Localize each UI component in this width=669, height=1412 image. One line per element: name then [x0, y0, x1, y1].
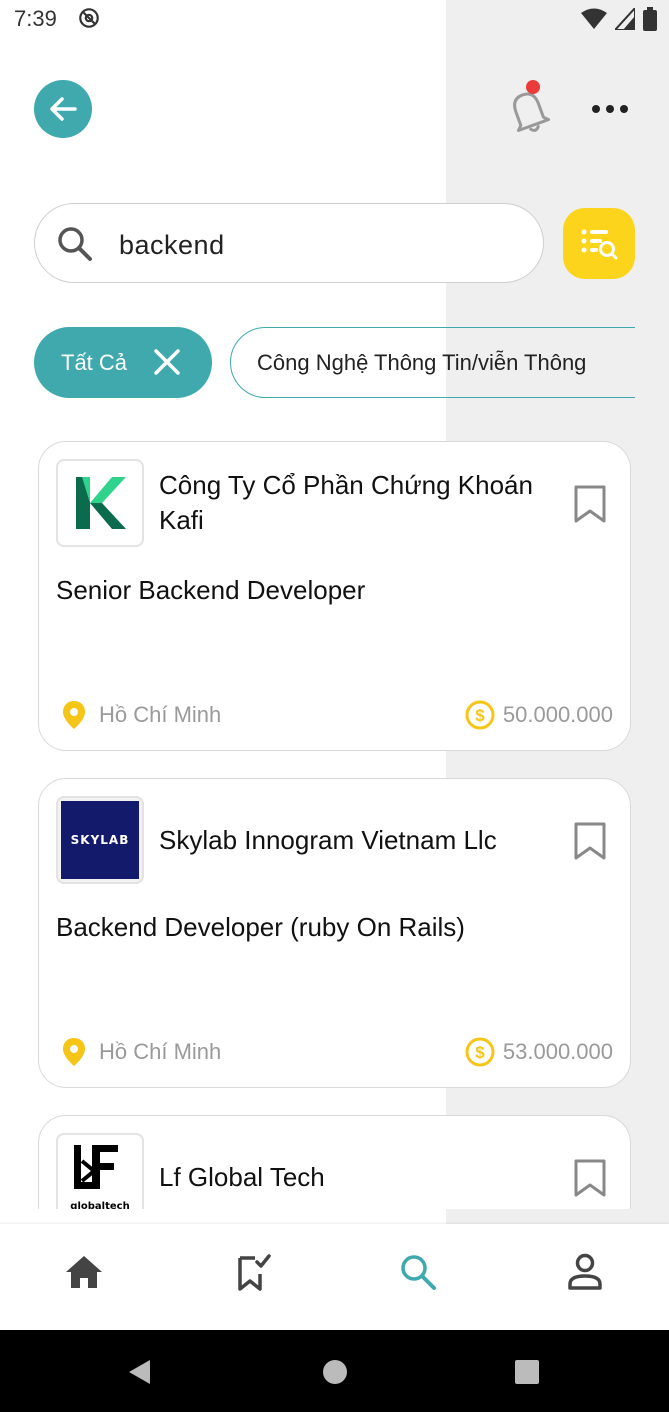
job-title: Senior Backend Developer	[56, 575, 366, 605]
chip-category[interactable]: Công Nghệ Thông Tin/viễn Thông	[230, 327, 635, 398]
skylab-logo: SKYLAB	[61, 801, 139, 879]
dollar-coin-icon: $	[465, 1037, 495, 1067]
status-bar: 7:39	[0, 0, 669, 42]
profile-icon	[568, 1253, 602, 1290]
system-navigation-bar	[0, 1330, 669, 1412]
job-card[interactable]: SKYLAB Skylab Innogram Vietnam Llc Backe…	[38, 778, 631, 1088]
wifi-icon	[581, 8, 607, 29]
saved-jobs-icon	[238, 1254, 271, 1291]
nav-search[interactable]	[396, 1250, 440, 1294]
nav-saved-jobs[interactable]	[229, 1250, 273, 1294]
bookmark-icon[interactable]	[573, 821, 607, 861]
home-icon	[66, 1256, 102, 1288]
location-pin-icon	[63, 701, 85, 729]
search-input[interactable]	[117, 224, 521, 266]
notification-button[interactable]	[504, 80, 552, 136]
nav-home[interactable]	[62, 1250, 106, 1294]
bottom-navigation	[0, 1224, 669, 1330]
company-logo	[56, 459, 144, 547]
close-icon[interactable]	[154, 349, 180, 375]
dot-icon	[592, 105, 600, 113]
search-icon	[58, 227, 92, 261]
nav-profile[interactable]	[563, 1250, 607, 1294]
salary-text: 53.000.000	[502, 1039, 613, 1064]
arrow-left-icon	[50, 97, 77, 121]
system-home-icon[interactable]	[321, 1358, 349, 1386]
chip-all[interactable]: Tất Cả	[34, 327, 212, 398]
job-location: Hồ Chí Minh	[63, 1037, 221, 1067]
location-text: Hồ Chí Minh	[99, 1039, 222, 1064]
company-logo: SKYLAB	[56, 796, 144, 884]
filter-search-icon	[581, 229, 618, 259]
company-name: Skylab Innogram Vietnam Llc	[159, 825, 497, 855]
more-options-button[interactable]	[588, 98, 632, 120]
back-button[interactable]	[34, 80, 92, 138]
search-bar[interactable]	[34, 203, 544, 283]
dot-icon	[620, 105, 628, 113]
advanced-filter-button[interactable]	[563, 208, 635, 279]
dot-icon	[606, 105, 614, 113]
location-text: Hồ Chí Minh	[99, 702, 222, 727]
company-name: Công Ty Cổ Phần Chứng Khoán Kafi	[159, 470, 533, 535]
salary-text: 50.000.000	[502, 702, 613, 727]
battery-icon	[643, 7, 657, 31]
status-time: 7:39	[14, 6, 57, 31]
system-recents-icon[interactable]	[513, 1358, 541, 1386]
job-card[interactable]: Công Ty Cổ Phần Chứng Khoán Kafi Senior …	[38, 441, 631, 751]
job-salary: $ 53.000.000	[465, 1037, 613, 1067]
company-logo: globaltech	[56, 1133, 144, 1209]
filter-chips: Tất Cả Công Nghệ Thông Tin/viễn Thông	[34, 327, 635, 399]
location-pin-icon	[63, 1038, 85, 1066]
svg-text:$: $	[475, 706, 485, 725]
lf-globaltech-logo: globaltech	[60, 1137, 140, 1209]
kafi-logo	[76, 477, 126, 529]
bookmark-icon[interactable]	[573, 1158, 607, 1198]
signal-icon	[615, 8, 635, 30]
at-sign-icon	[79, 8, 99, 28]
company-name: Lf Global Tech	[159, 1162, 325, 1192]
job-title: Backend Developer (ruby On Rails)	[56, 912, 465, 942]
job-location: Hồ Chí Minh	[63, 700, 221, 730]
job-salary: $ 50.000.000	[465, 700, 613, 730]
svg-text:$: $	[475, 1043, 485, 1062]
chip-category-label: Công Nghệ Thông Tin/viễn Thông	[257, 349, 587, 375]
chip-all-label: Tất Cả	[61, 349, 128, 375]
job-card[interactable]: globaltech Lf Global Tech	[38, 1115, 631, 1209]
system-icons	[581, 7, 657, 31]
bookmark-icon[interactable]	[573, 484, 607, 524]
notification-dot	[526, 80, 540, 94]
job-list[interactable]: Công Ty Cổ Phần Chứng Khoán Kafi Senior …	[0, 425, 669, 1209]
system-back-icon[interactable]	[126, 1358, 154, 1386]
dollar-coin-icon: $	[465, 700, 495, 730]
search-icon	[401, 1255, 436, 1290]
